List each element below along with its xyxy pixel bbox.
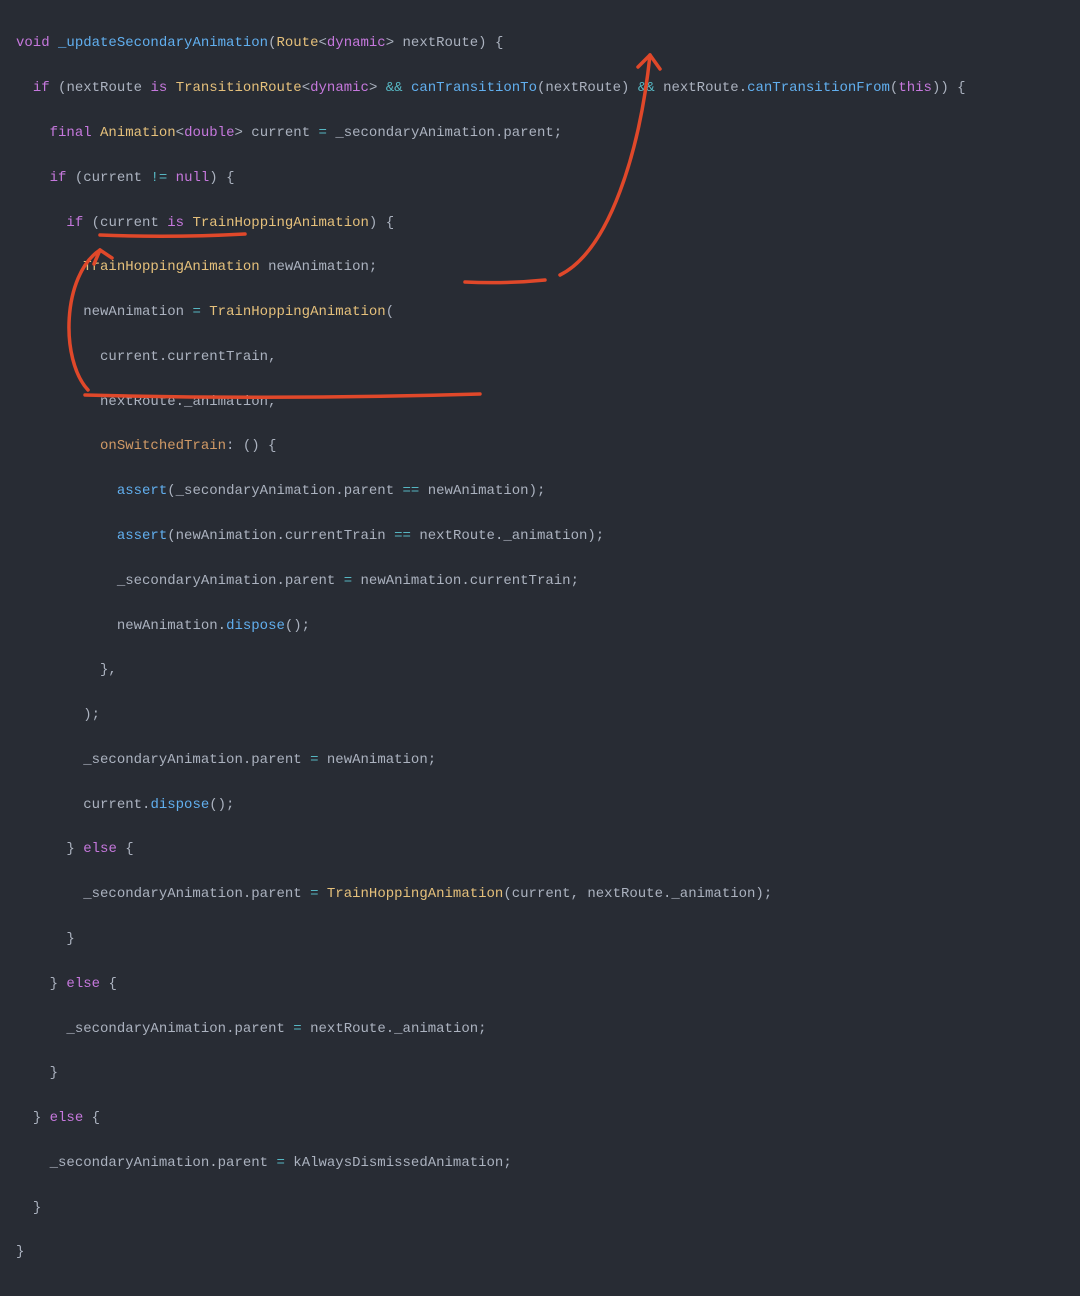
code-line: _secondaryAnimation.parent = kAlwaysDism… bbox=[16, 1152, 1064, 1174]
code-line: if (current is TrainHoppingAnimation) { bbox=[16, 212, 1064, 234]
code-line: } bbox=[16, 1197, 1064, 1219]
code-line: _secondaryAnimation.parent = TrainHoppin… bbox=[16, 883, 1064, 905]
code-line: } bbox=[16, 1241, 1064, 1263]
code-line: assert(_secondaryAnimation.parent == new… bbox=[16, 480, 1064, 502]
code-line: void _updateSecondaryAnimation(Route<dyn… bbox=[16, 32, 1064, 54]
code-line: nextRoute._animation, bbox=[16, 391, 1064, 413]
code-line: _secondaryAnimation.parent = newAnimatio… bbox=[16, 749, 1064, 771]
method-name: _updateSecondaryAnimation bbox=[58, 35, 268, 51]
code-line: } bbox=[16, 928, 1064, 950]
keyword-void: void bbox=[16, 35, 50, 51]
code-line: TrainHoppingAnimation newAnimation; bbox=[16, 256, 1064, 278]
code-line: current.currentTrain, bbox=[16, 346, 1064, 368]
code-line: ); bbox=[16, 704, 1064, 726]
code-line: final Animation<double> current = _secon… bbox=[16, 122, 1064, 144]
code-line: onSwitchedTrain: () { bbox=[16, 435, 1064, 457]
code-line: } else { bbox=[16, 838, 1064, 860]
code-line: current.dispose(); bbox=[16, 794, 1064, 816]
code-line: newAnimation = TrainHoppingAnimation( bbox=[16, 301, 1064, 323]
code-line: } else { bbox=[16, 973, 1064, 995]
code-line: _secondaryAnimation.parent = newAnimatio… bbox=[16, 570, 1064, 592]
code-line: }, bbox=[16, 659, 1064, 681]
code-line: _secondaryAnimation.parent = nextRoute._… bbox=[16, 1018, 1064, 1040]
code-block: void _updateSecondaryAnimation(Route<dyn… bbox=[0, 0, 1080, 1296]
code-line: if (current != null) { bbox=[16, 167, 1064, 189]
code-line: } else { bbox=[16, 1107, 1064, 1129]
code-line: assert(newAnimation.currentTrain == next… bbox=[16, 525, 1064, 547]
code-line: newAnimation.dispose(); bbox=[16, 615, 1064, 637]
code-line: if (nextRoute is TransitionRoute<dynamic… bbox=[16, 77, 1064, 99]
code-line: } bbox=[16, 1062, 1064, 1084]
